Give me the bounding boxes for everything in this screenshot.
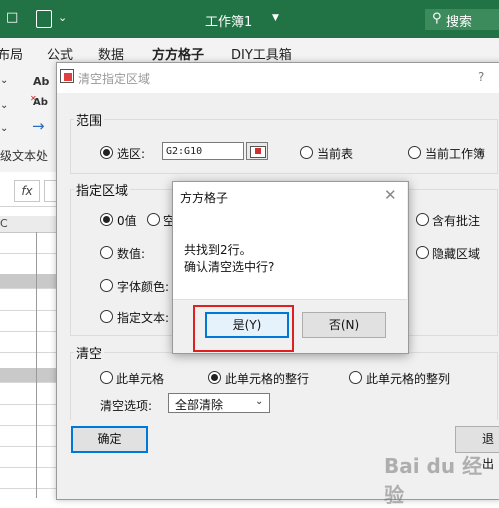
clear-text-icon[interactable]: Ab xyxy=(33,97,48,108)
radio-has-comment[interactable] xyxy=(416,213,429,226)
tab-diy-toolbox[interactable]: DIY工具箱 xyxy=(231,44,292,63)
tab-fangfang[interactable]: 方方格子 xyxy=(152,44,204,63)
title-dropdown-icon[interactable]: ▼ xyxy=(272,13,279,23)
message-text-confirm: 确认清空选中行? xyxy=(184,260,275,274)
watermark: Bai du 经验 xyxy=(384,454,483,507)
column-header-label: C xyxy=(0,217,8,230)
ribbon-dropdown-icon[interactable]: ⌄ xyxy=(0,75,8,86)
radio-entire-row-label: 此单元格的整行 xyxy=(225,372,310,386)
radio-specified-text[interactable] xyxy=(100,310,113,323)
column-header xyxy=(0,216,60,233)
chevron-down-icon: ⌄ xyxy=(255,396,264,407)
radio-entire-column[interactable] xyxy=(349,371,362,384)
clear-option-label: 清空选项: xyxy=(100,399,153,413)
clear-option-value: 全部清除 xyxy=(175,398,224,412)
tab-layout[interactable]: 布局 xyxy=(0,44,23,63)
ribbon-dropdown-icon[interactable]: ⌄ xyxy=(0,123,8,134)
radio-hidden-area[interactable] xyxy=(416,246,429,259)
radio-font-color-label: 字体颜色: xyxy=(117,280,170,294)
grid-row[interactable] xyxy=(0,467,60,489)
grid-row[interactable] xyxy=(0,425,60,447)
grid-row[interactable] xyxy=(0,253,60,275)
arrow-right-icon[interactable]: → xyxy=(32,117,45,135)
quick-access-chevron-icon[interactable]: ⌄ xyxy=(58,11,67,24)
radio-font-color[interactable] xyxy=(100,279,113,292)
new-file-icon[interactable] xyxy=(36,10,52,28)
grid-row[interactable] xyxy=(0,289,60,311)
tab-formulas[interactable]: 公式 xyxy=(47,44,73,63)
radio-entire-column-label: 此单元格的整列 xyxy=(366,372,451,386)
annotation-highlight-box xyxy=(193,305,294,352)
radio-entire-row[interactable] xyxy=(208,371,221,384)
search-label: 搜索 xyxy=(446,15,473,30)
dialog-title: 清空指定区域 xyxy=(78,72,151,86)
range-group-title: 范围 xyxy=(74,110,105,129)
radio-number[interactable] xyxy=(100,246,113,259)
ribbon-dropdown-icon[interactable]: ⌄ xyxy=(0,100,8,111)
clear-group-title: 清空 xyxy=(74,343,105,362)
save-icon[interactable]: □ xyxy=(6,10,20,26)
no-button[interactable]: 否(N) xyxy=(302,312,386,338)
help-icon[interactable]: ? xyxy=(478,70,484,84)
radio-current-sheet[interactable] xyxy=(300,146,313,159)
radio-selection-label: 选区: xyxy=(117,147,146,161)
radio-zero-value[interactable] xyxy=(100,213,113,226)
area-group-title: 指定区域 xyxy=(74,180,131,199)
radio-this-cell[interactable] xyxy=(100,371,113,384)
grid-row[interactable] xyxy=(0,404,60,426)
grid-row[interactable] xyxy=(0,331,60,353)
close-icon[interactable]: ✕ xyxy=(384,186,397,204)
grid-row[interactable] xyxy=(0,310,60,332)
radio-hidden-area-label: 隐藏区域 xyxy=(432,247,481,261)
radio-number-label: 数值: xyxy=(117,247,146,261)
radio-selection[interactable] xyxy=(100,146,113,159)
ribbon-group-label: 级文本处 xyxy=(0,149,49,163)
radio-current-workbook-label: 当前工作簿 xyxy=(425,147,486,161)
message-box-title: 方方格子 xyxy=(180,191,229,205)
insert-function-button[interactable]: fx xyxy=(14,180,40,202)
grid-row-selected[interactable] xyxy=(0,368,60,383)
radio-this-cell-label: 此单元格 xyxy=(116,372,165,386)
radio-specified-text-label: 指定文本: xyxy=(117,311,170,325)
message-text-found: 共找到2行。 xyxy=(184,243,252,257)
grid-row[interactable] xyxy=(0,232,60,254)
window-title: 工作簿1 xyxy=(205,15,253,30)
radio-current-sheet-label: 当前表 xyxy=(317,147,354,161)
grid-row-selected[interactable] xyxy=(0,274,60,289)
radio-zero-value-label: 0值 xyxy=(117,214,137,228)
tab-data[interactable]: 数据 xyxy=(98,44,124,63)
grid-row[interactable] xyxy=(0,383,60,405)
exit-button[interactable]: 退出 xyxy=(455,426,499,471)
radio-current-workbook[interactable] xyxy=(408,146,421,159)
radio-empty[interactable] xyxy=(147,213,160,226)
confirm-button[interactable]: 确定 xyxy=(71,426,148,453)
radio-has-comment-label: 含有批注 xyxy=(432,214,481,228)
dialog-app-icon-mark xyxy=(64,73,72,81)
range-input[interactable]: G2:G10 xyxy=(162,142,244,160)
text-format-icon[interactable]: Ab xyxy=(33,75,49,88)
grid-row[interactable] xyxy=(0,446,60,468)
column-divider xyxy=(36,232,37,498)
search-icon: ⚲ xyxy=(432,11,442,26)
range-picker-icon-mark xyxy=(255,148,261,154)
